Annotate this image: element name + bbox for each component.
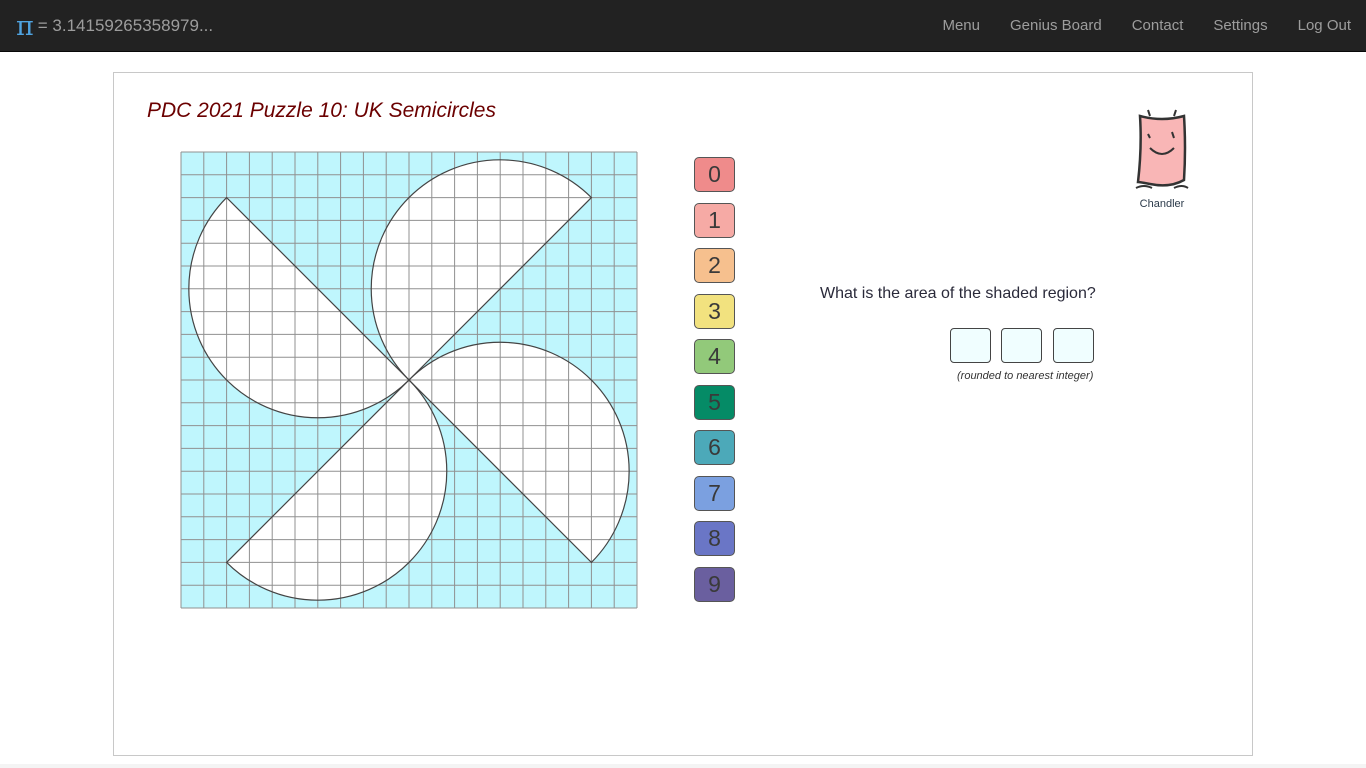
digit-button-5[interactable]: 5	[694, 385, 735, 420]
digit-button-1[interactable]: 1	[694, 203, 735, 238]
footer-strip	[0, 764, 1366, 768]
brand-text: = 3.14159265358979...	[37, 16, 214, 35]
puzzle-diagram	[180, 151, 638, 609]
nav-contact-link[interactable]: Contact	[1117, 0, 1199, 52]
avatar-name: Chandler	[1139, 198, 1185, 210]
answer-digit-1[interactable]	[950, 328, 991, 363]
puzzle-title: PDC 2021 Puzzle 10: UK Semicircles	[147, 99, 496, 122]
nav-settings-link[interactable]: Settings	[1198, 0, 1282, 52]
digit-button-3[interactable]: 3	[694, 294, 735, 329]
digit-button-0[interactable]: 0	[694, 157, 735, 192]
pi-logo-icon: π	[16, 10, 34, 42]
nav-genius-board-link[interactable]: Genius Board	[995, 0, 1117, 52]
digit-button-6[interactable]: 6	[694, 430, 735, 465]
top-navbar: π = 3.14159265358979... Menu Genius Boar…	[0, 0, 1366, 52]
nav-menu-link[interactable]: Menu	[927, 0, 995, 52]
nav-links: Menu Genius Board Contact Settings Log O…	[927, 0, 1366, 52]
digit-button-7[interactable]: 7	[694, 476, 735, 511]
answer-digit-3[interactable]	[1053, 328, 1094, 363]
nav-log-out-link[interactable]: Log Out	[1283, 0, 1366, 52]
answer-digit-2[interactable]	[1001, 328, 1042, 363]
digit-button-8[interactable]: 8	[694, 521, 735, 556]
question-text: What is the area of the shaded region?	[820, 285, 1096, 302]
digit-button-2[interactable]: 2	[694, 248, 735, 283]
chandler-avatar-icon	[1135, 109, 1189, 189]
digit-button-4[interactable]: 4	[694, 339, 735, 374]
rounding-hint: (rounded to nearest integer)	[957, 370, 1094, 382]
brand[interactable]: π = 3.14159265358979...	[16, 8, 213, 44]
digit-button-9[interactable]: 9	[694, 567, 735, 602]
